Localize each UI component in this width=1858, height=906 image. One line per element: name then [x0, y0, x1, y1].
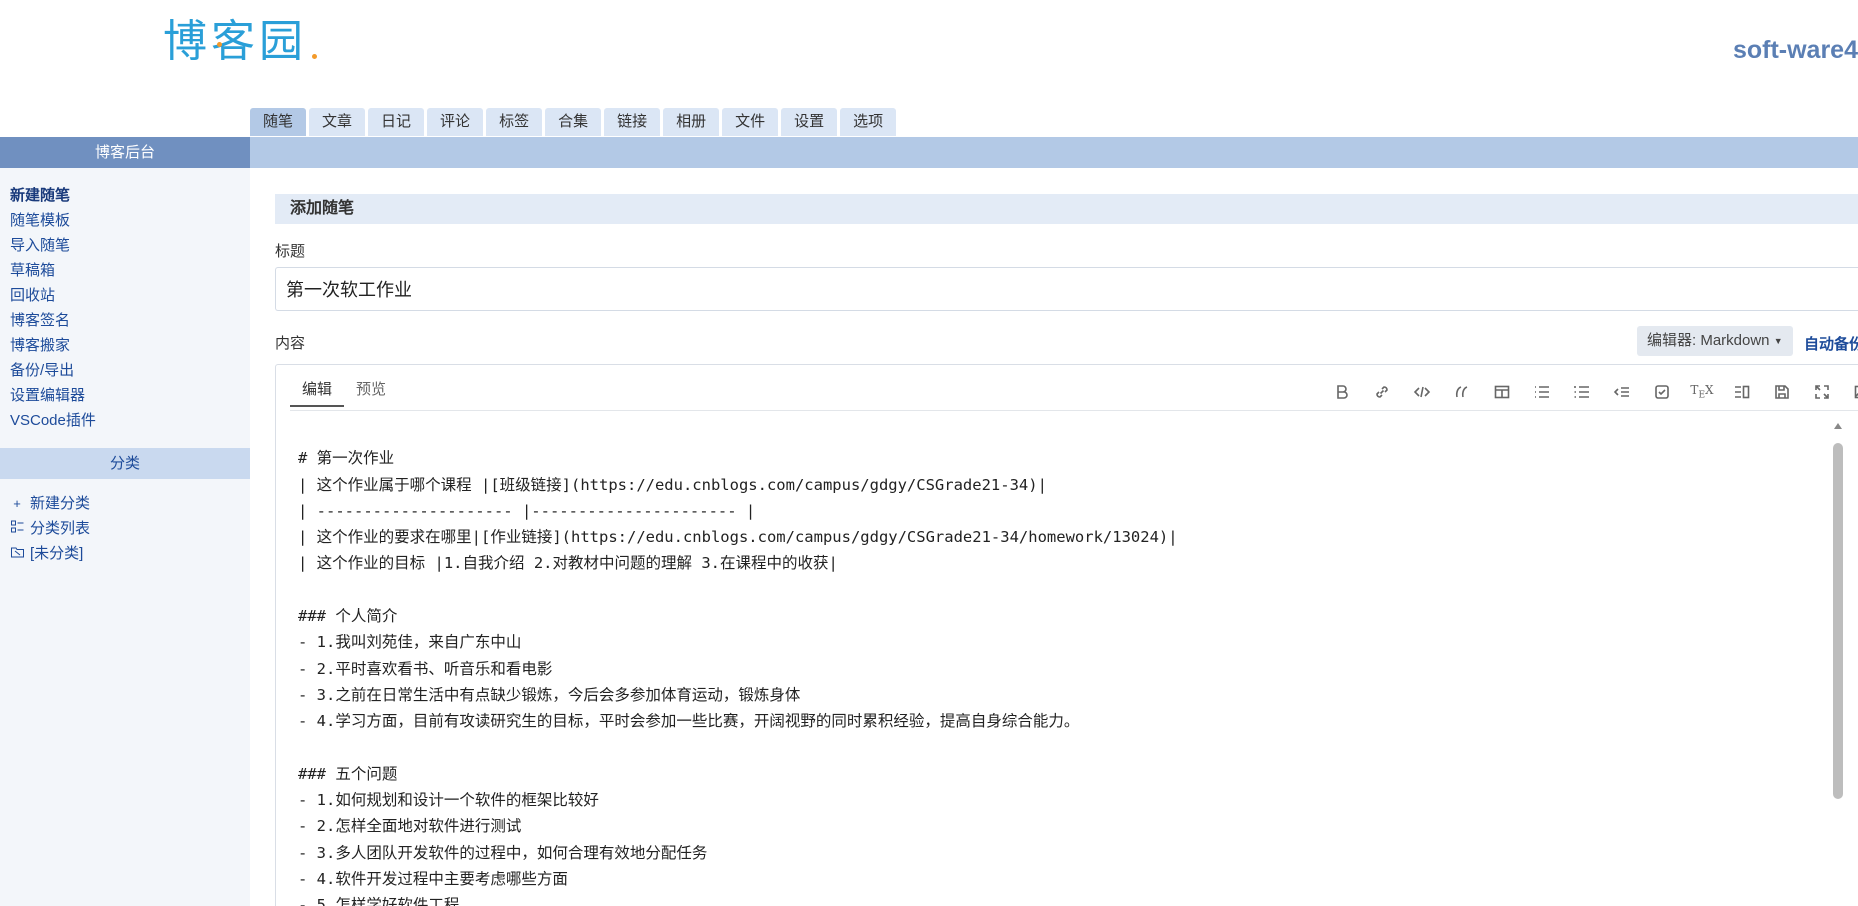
title-input[interactable] — [275, 267, 1858, 311]
content-line: - 5.怎样学好软件工程 — [298, 896, 460, 906]
save-icon[interactable] — [1762, 379, 1802, 405]
sidebar-title: 博客后台 — [0, 137, 250, 168]
editor-scrollbar[interactable] — [1832, 423, 1844, 906]
content-line: - 4.软件开发过程中主要考虑哪些方面 — [298, 870, 568, 889]
bullet-list-icon[interactable] — [1522, 379, 1562, 405]
cnblogs-logo[interactable]: 博 客 园 — [163, 16, 317, 68]
sidebar-links: 新建随笔 随笔模板 导入随笔 草稿箱 回收站 博客签名 博客搬家 备份/导出 设… — [0, 168, 250, 439]
editor-type-label: 编辑器: Markdown — [1647, 332, 1770, 349]
content-line: | --------------------- |---------------… — [298, 501, 756, 520]
content-line: ### 五个问题 — [298, 764, 398, 783]
content-line: | 这个作业属于哪个课程 |[班级链接](https://edu.cnblogs… — [298, 475, 1047, 494]
logo-char-3: 园 — [259, 16, 305, 67]
content-line: | 这个作业的要求在哪里|[作业链接](https://edu.cnblogs.… — [298, 528, 1178, 547]
tab-diary[interactable]: 日记 — [368, 108, 425, 136]
section-title-bar: 添加随笔 — [275, 194, 1858, 224]
tab-albums[interactable]: 相册 — [663, 108, 720, 136]
markdown-editor: 编辑 预览 TEX # 第一次作业 | 这个作业属于哪个课程 |[班级链接](ht… — [275, 364, 1858, 906]
sidebar-item-recycle-bin[interactable]: 回收站 — [10, 283, 240, 308]
category-label: [未分类] — [30, 545, 84, 562]
content-line: ​ — [298, 577, 1818, 603]
content-line: - 3.多人团队开发软件的过程中，如何合理有效地分配任务 — [298, 843, 708, 862]
quote-icon[interactable] — [1442, 379, 1482, 405]
category-label: 新建分类 — [30, 495, 91, 512]
content-line: - 2.怎样全面地对软件进行测试 — [298, 817, 522, 836]
content-line: - 1.我叫刘苑佳，来自广东中山 — [298, 633, 522, 652]
category-list: + 新建分类 分类列表 [未分类] — [0, 479, 250, 578]
editor-divider — [290, 410, 1858, 411]
content-line: ### 个人简介 — [298, 607, 398, 626]
link-icon[interactable] — [1362, 379, 1402, 405]
content-line: - 3.之前在日常生活中有点缺少锻炼，今后会多参加体育运动，锻炼身体 — [298, 685, 801, 704]
category-label: 分类列表 — [30, 520, 91, 537]
folder-icon — [10, 541, 24, 566]
content-line: - 1.如何规划和设计一个软件的框架比较好 — [298, 791, 599, 810]
category-item-list[interactable]: 分类列表 — [10, 516, 240, 541]
auto-backup-link[interactable]: 自动备份 — [1804, 333, 1858, 354]
sidebar-item-backup[interactable]: 备份/导出 — [10, 358, 240, 383]
title-label: 标题 — [275, 243, 306, 260]
sidebar-item-signature[interactable]: 博客签名 — [10, 308, 240, 333]
logo-char-1: 博 — [163, 16, 209, 67]
bold-icon[interactable] — [1322, 379, 1362, 405]
scroll-thumb[interactable] — [1833, 443, 1843, 799]
code-icon[interactable] — [1402, 379, 1442, 405]
sidebar-item-import[interactable]: 导入随笔 — [10, 233, 240, 258]
content-line: - 2.平时喜欢看书、听音乐和看电影 — [298, 659, 553, 678]
editor-toolbar: TEX — [1322, 379, 1858, 405]
split-view-icon[interactable] — [1722, 379, 1762, 405]
image-icon[interactable] — [1842, 379, 1858, 405]
checkbox-icon[interactable] — [1642, 379, 1682, 405]
sidebar-item-templates[interactable]: 随笔模板 — [10, 208, 240, 233]
tab-bar-strip — [250, 137, 1858, 168]
content-line: ​ — [298, 735, 1818, 761]
sidebar-item-vscode[interactable]: VSCode插件 — [10, 408, 240, 433]
sidebar-item-editor-settings[interactable]: 设置编辑器 — [10, 383, 240, 408]
tex-icon[interactable]: TEX — [1682, 379, 1722, 405]
list-icon — [10, 516, 24, 541]
category-item-new[interactable]: + 新建分类 — [10, 491, 240, 516]
fullscreen-icon[interactable] — [1802, 379, 1842, 405]
caret-down-icon: ▼ — [1773, 336, 1783, 347]
content-line: - 4.学习方面，目前有攻读研究生的目标，平时会参加一些比赛，开阔视野的同时累积… — [298, 712, 1080, 731]
tab-files[interactable]: 文件 — [722, 108, 779, 136]
content-line: # 第一次作业 — [298, 449, 395, 468]
tab-articles[interactable]: 文章 — [309, 108, 366, 136]
tab-comments[interactable]: 评论 — [427, 108, 484, 136]
section-title: 添加随笔 — [290, 200, 355, 217]
tab-options[interactable]: 选项 — [840, 108, 897, 136]
tab-collections[interactable]: 合集 — [545, 108, 602, 136]
scroll-up-icon[interactable] — [1834, 423, 1842, 429]
sidebar-item-new-post[interactable]: 新建随笔 — [10, 183, 240, 208]
tab-links[interactable]: 链接 — [604, 108, 661, 136]
category-item-uncategorized[interactable]: [未分类] — [10, 541, 240, 566]
plus-icon: + — [13, 496, 21, 511]
editor-mode-tabs: 编辑 预览 — [290, 375, 398, 407]
blog-name[interactable]: soft-ware4 — [1733, 36, 1858, 65]
content-line: | 这个作业的目标 |1.自我介绍 2.对教材中问题的理解 3.在课程中的收获| — [298, 554, 838, 573]
editor-type-dropdown[interactable]: 编辑器: Markdown ▼ — [1637, 326, 1793, 356]
tab-tags[interactable]: 标签 — [486, 108, 543, 136]
tab-settings[interactable]: 设置 — [781, 108, 838, 136]
tab-preview[interactable]: 预览 — [344, 375, 398, 407]
indent-icon[interactable] — [1602, 379, 1642, 405]
tab-posts[interactable]: 随笔 — [250, 108, 307, 136]
main-tabs: 随笔 文章 日记 评论 标签 合集 链接 相册 文件 设置 选项 — [250, 108, 897, 136]
ordered-list-icon[interactable] — [1562, 379, 1602, 405]
markdown-content[interactable]: # 第一次作业 | 这个作业属于哪个课程 |[班级链接](https://edu.… — [298, 419, 1818, 906]
sidebar-item-drafts[interactable]: 草稿箱 — [10, 258, 240, 283]
table-icon[interactable] — [1482, 379, 1522, 405]
tab-edit[interactable]: 编辑 — [290, 375, 345, 407]
content-label: 内容 — [275, 335, 306, 352]
category-header: 分类 — [0, 448, 250, 479]
sidebar-item-migrate[interactable]: 博客搬家 — [10, 333, 240, 358]
sidebar: 博客后台 新建随笔 随笔模板 导入随笔 草稿箱 回收站 博客签名 博客搬家 备份… — [0, 137, 250, 906]
